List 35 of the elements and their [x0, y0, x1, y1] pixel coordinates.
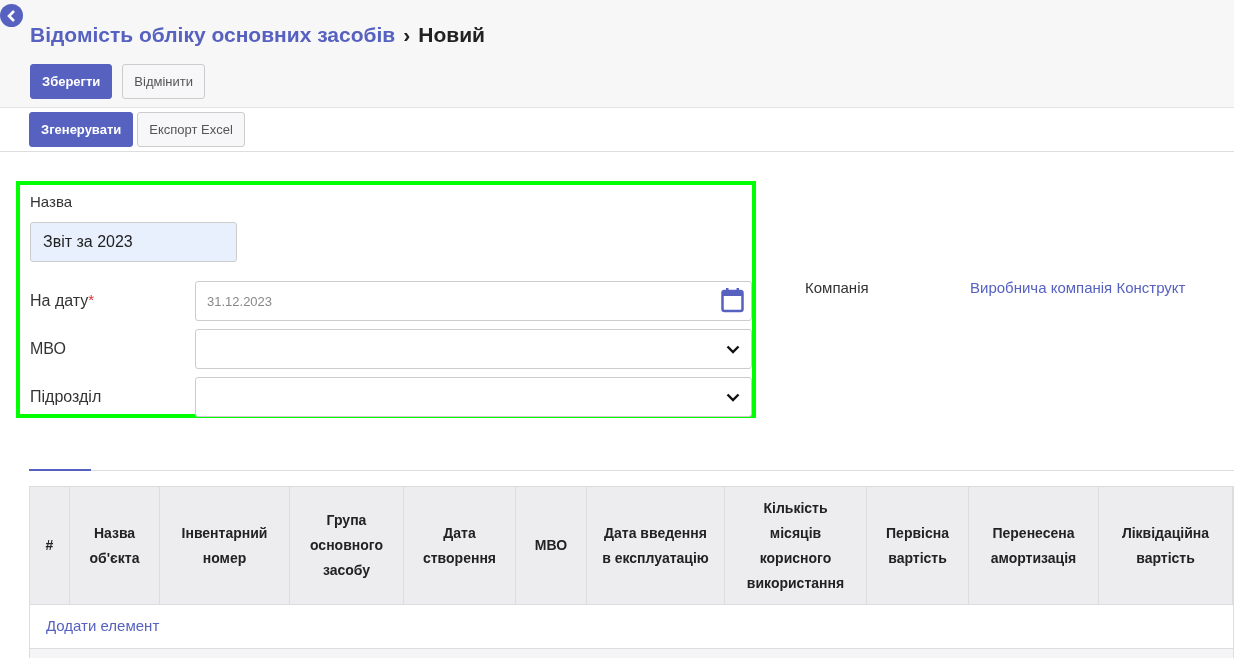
field-label: Підрозділ: [30, 387, 102, 407]
action-button[interactable]: Відмінити: [122, 64, 205, 99]
action-button[interactable]: Згенерувати: [29, 112, 134, 147]
column-header: Кількість місяців корисного використання: [725, 487, 867, 604]
column-header: МВО: [516, 487, 587, 604]
column-header: Дата введення в експлуатацію: [587, 487, 725, 604]
breadcrumb-separator: ›: [403, 22, 411, 49]
column-header: Перенесена амортизація: [969, 487, 1099, 604]
add-item-link[interactable]: Додати елемент: [46, 615, 160, 638]
company-label: Компанія: [805, 278, 870, 298]
column-header: Первісна вартість: [867, 487, 969, 604]
column-header: Інвентарний номер: [160, 487, 290, 604]
date-field[interactable]: 31.12.2023: [195, 281, 752, 321]
field-label: На дату: [30, 291, 89, 311]
field-label: Назва: [30, 192, 74, 212]
required-mark: *: [88, 290, 95, 308]
action-button[interactable]: Експорт Excel: [137, 112, 245, 147]
breadcrumb-link[interactable]: Відомість обліку основних засобів: [30, 19, 396, 51]
chevron-down-icon: [726, 344, 740, 354]
back-icon[interactable]: [0, 4, 23, 27]
column-header: Дата створення: [404, 487, 516, 604]
column-header: Група основного засобу: [290, 487, 404, 604]
company-link[interactable]: Виробнича компанія Конструкт: [970, 277, 1186, 418]
page-title: Новий: [418, 22, 485, 49]
field-label: МВО: [30, 339, 66, 359]
chevron-down-icon: [726, 392, 740, 402]
tab-indicator[interactable]: [29, 469, 91, 471]
column-header: Назва об'єкта: [70, 487, 160, 604]
name-field[interactable]: Звіт за 2023: [30, 221, 237, 262]
column-header: #: [30, 487, 70, 604]
dropdown-field[interactable]: [195, 377, 752, 417]
column-header: Ліквідаційна вартість: [1099, 487, 1233, 604]
dropdown-field[interactable]: [195, 329, 752, 369]
action-button[interactable]: Зберегти: [30, 64, 113, 99]
calendar-icon[interactable]: [721, 288, 744, 313]
